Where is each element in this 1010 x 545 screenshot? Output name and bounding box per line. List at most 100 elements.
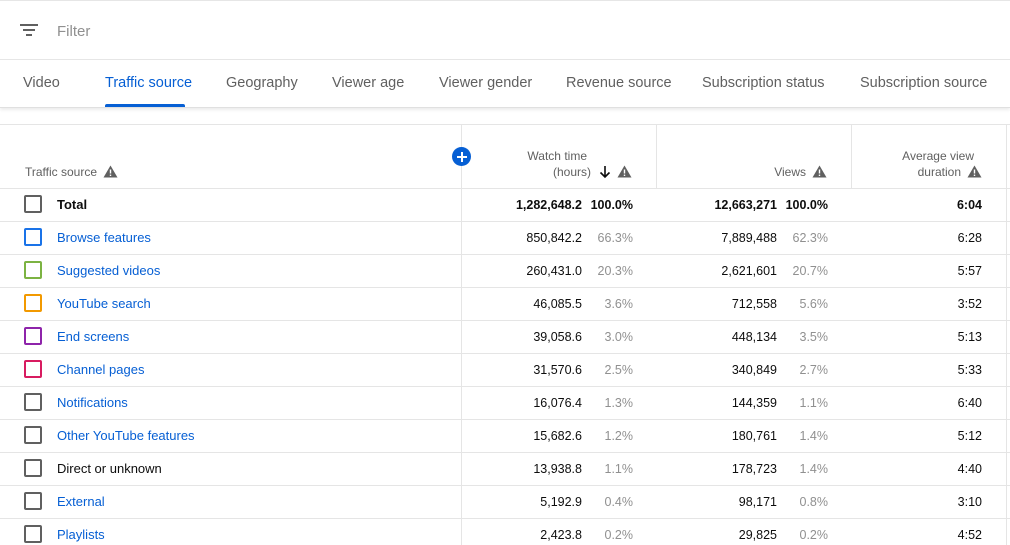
row-label[interactable]: Other YouTube features: [57, 428, 195, 443]
tab-revenue-source[interactable]: Revenue source: [566, 75, 672, 91]
row-avg-duration: 6:28: [957, 231, 982, 245]
row-checkbox[interactable]: [24, 426, 42, 444]
row-watch-time: 46,085.5: [533, 297, 582, 311]
row-views: 29,825: [738, 528, 777, 542]
row-watch-time: 260,431.0: [526, 264, 582, 278]
warning-triangle-icon[interactable]: [617, 165, 632, 178]
add-metric-button[interactable]: [452, 147, 471, 166]
row-checkbox[interactable]: [24, 525, 42, 543]
row-views-pct: 1.1%: [799, 396, 829, 410]
row-label[interactable]: Notifications: [57, 395, 128, 410]
row-watch-time: 850,842.2: [526, 231, 582, 245]
row-views-pct: 2.7%: [799, 363, 829, 377]
total-watch-pct: 100.0%: [590, 198, 633, 212]
row-checkbox[interactable]: [24, 261, 42, 279]
filter-input[interactable]: Filter: [57, 23, 90, 40]
tab-traffic-source[interactable]: Traffic source: [105, 75, 192, 91]
row-watch-pct: 1.1%: [604, 462, 634, 476]
row-checkbox[interactable]: [24, 228, 42, 246]
tab-viewer-gender[interactable]: Viewer gender: [439, 75, 532, 91]
traffic-source-table: Traffic source Watch time (hours) Views …: [0, 124, 1010, 545]
row-watch-time: 15,682.6: [533, 429, 582, 443]
table-row: Direct or unknown 13,938.8 1.1% 178,723 1.4%…: [0, 452, 1010, 485]
row-views-pct: 3.5%: [799, 330, 829, 344]
row-watch-pct: 0.4%: [604, 495, 634, 509]
row-avg-duration: 5:57: [957, 264, 982, 278]
row-views-pct: 20.7%: [792, 264, 828, 278]
total-views-pct: 100.0%: [785, 198, 828, 212]
tab-video[interactable]: Video: [23, 75, 60, 91]
row-views: 98,171: [738, 495, 777, 509]
row-views: 2,621,601: [721, 264, 777, 278]
warning-triangle-icon[interactable]: [103, 165, 118, 178]
row-avg-duration: 5:12: [957, 429, 982, 443]
tab-geography[interactable]: Geography: [226, 75, 298, 91]
row-label-total: Total: [57, 197, 88, 212]
row-views: 144,359: [731, 396, 777, 410]
total-views: 12,663,271: [714, 198, 777, 212]
row-checkbox[interactable]: [24, 393, 42, 411]
row-watch-time: 13,938.8: [533, 462, 582, 476]
row-checkbox[interactable]: [24, 459, 42, 477]
row-views-pct: 0.8%: [799, 495, 829, 509]
row-avg-duration: 3:10: [957, 495, 982, 509]
table-row-total: Total 1,282,648.2 100.0% 12,663,271 100.…: [0, 188, 1010, 221]
row-label[interactable]: End screens: [57, 329, 129, 344]
sort-arrow-down-icon[interactable]: [599, 165, 611, 179]
filter-icon[interactable]: [20, 23, 38, 37]
row-views-pct: 1.4%: [799, 462, 829, 476]
tab-subscription-source[interactable]: Subscription source: [860, 75, 987, 91]
table-row: Browse features 850,842.2 66.3% 7,889,488 62…: [0, 221, 1010, 254]
row-watch-pct: 1.2%: [604, 429, 634, 443]
row-checkbox[interactable]: [24, 327, 42, 345]
table-row: Channel pages 31,570.6 2.5% 340,849 2.7% 5:33: [0, 353, 1010, 386]
row-views: 180,761: [731, 429, 777, 443]
row-label[interactable]: External: [57, 494, 105, 509]
header-average-view-duration[interactable]: Average view duration: [902, 148, 982, 180]
row-views-pct: 62.3%: [792, 231, 828, 245]
row-views-pct: 1.4%: [799, 429, 829, 443]
header-traffic-source[interactable]: Traffic source: [25, 164, 118, 180]
row-watch-pct: 2.5%: [604, 363, 634, 377]
row-watch-pct: 0.2%: [604, 528, 634, 542]
table-row: Other YouTube features 15,682.6 1.2% 180,76…: [0, 419, 1010, 452]
row-label[interactable]: Browse features: [57, 230, 151, 245]
row-watch-pct: 66.3%: [597, 231, 633, 245]
row-avg-duration: 4:40: [957, 462, 982, 476]
header-views[interactable]: Views: [774, 164, 827, 180]
row-views: 178,723: [731, 462, 777, 476]
row-watch-time: 16,076.4: [533, 396, 582, 410]
row-label[interactable]: YouTube search: [57, 296, 151, 311]
row-views: 7,889,488: [721, 231, 777, 245]
table-row: Notifications 16,076.4 1.3% 144,359 1.1% 6:40: [0, 386, 1010, 419]
total-avg-duration: 6:04: [956, 198, 982, 212]
row-avg-duration: 5:13: [957, 330, 982, 344]
row-label[interactable]: Playlists: [57, 527, 105, 542]
header-watch-time[interactable]: Watch time (hours): [527, 148, 632, 180]
row-checkbox[interactable]: [24, 360, 42, 378]
table-row: Playlists 2,423.8 0.2% 29,825 0.2% 4:52: [0, 518, 1010, 545]
row-watch-pct: 3.6%: [604, 297, 634, 311]
active-tab-indicator: [105, 104, 185, 107]
warning-triangle-icon[interactable]: [812, 165, 827, 178]
table-row: End screens 39,058.6 3.0% 448,134 3.5% 5:13: [0, 320, 1010, 353]
tab-viewer-age[interactable]: Viewer age: [332, 75, 404, 91]
row-watch-time: 5,192.9: [540, 495, 582, 509]
row-checkbox[interactable]: [24, 294, 42, 312]
row-checkbox-total[interactable]: [24, 195, 42, 213]
row-label: Direct or unknown: [57, 461, 162, 476]
row-views: 712,558: [731, 297, 777, 311]
row-avg-duration: 4:52: [957, 528, 982, 542]
row-watch-time: 2,423.8: [540, 528, 582, 542]
row-watch-time: 39,058.6: [533, 330, 582, 344]
row-watch-time: 31,570.6: [533, 363, 582, 377]
row-views-pct: 5.6%: [799, 297, 829, 311]
row-label[interactable]: Channel pages: [57, 362, 144, 377]
row-views-pct: 0.2%: [799, 528, 829, 542]
warning-triangle-icon[interactable]: [967, 165, 982, 178]
total-watch-time: 1,282,648.2: [515, 198, 582, 212]
row-checkbox[interactable]: [24, 492, 42, 510]
row-views: 340,849: [731, 363, 777, 377]
tab-subscription-status[interactable]: Subscription status: [702, 75, 825, 91]
row-label[interactable]: Suggested videos: [57, 263, 160, 278]
